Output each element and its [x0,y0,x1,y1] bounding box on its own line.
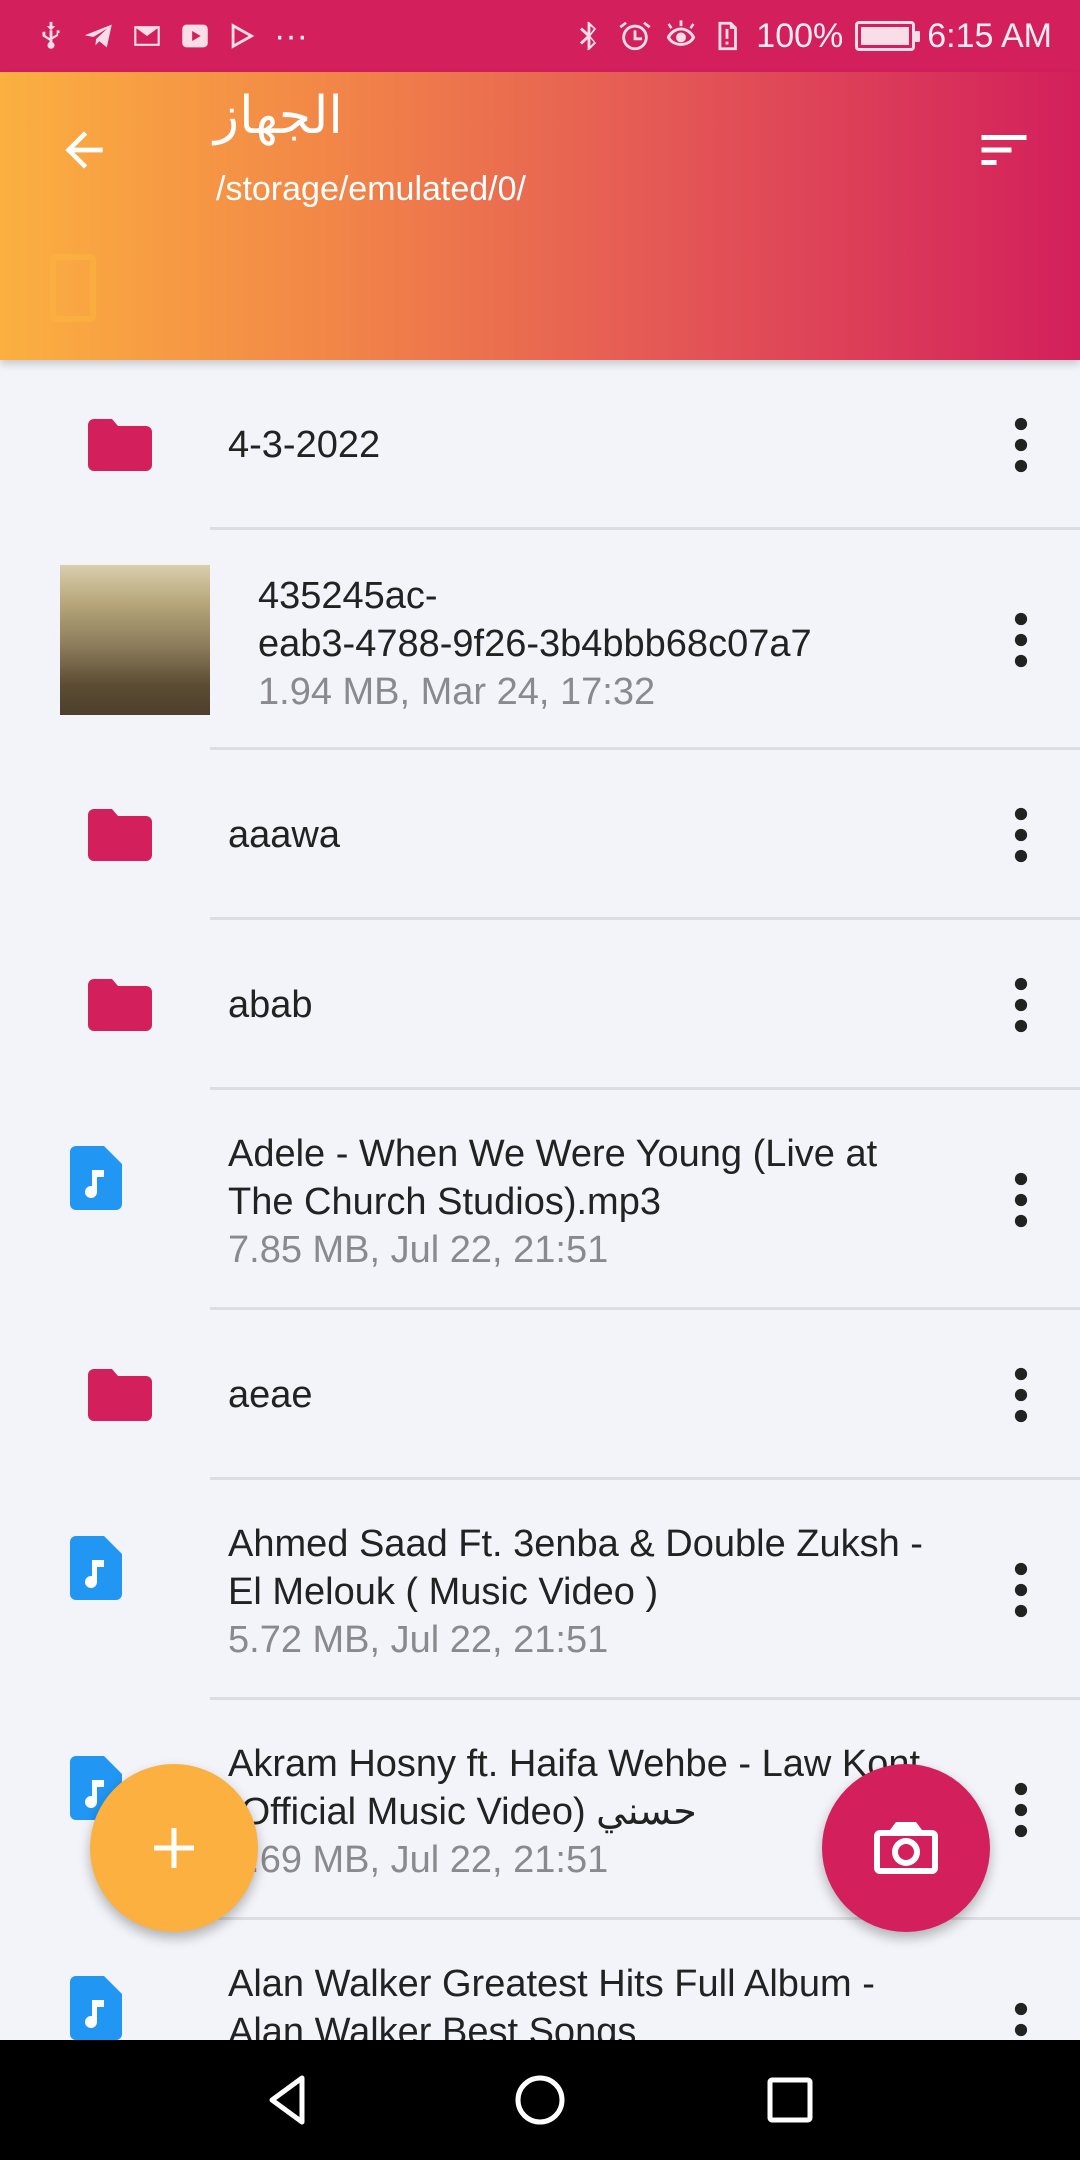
battery-percentage: 100% [756,16,844,55]
music-file-icon [70,1536,122,1600]
file-info: Ahmed Saad Ft. 3enba & Double Zuksh - El… [228,1520,930,1664]
file-name: Alan Walker Greatest Hits Full Album - A… [228,1963,875,2040]
more-vert-icon [1014,1367,1028,1423]
more-vert-icon [1014,417,1028,473]
more-notifications-icon: ··· [274,16,308,55]
more-vert-icon [1014,977,1028,1033]
list-item[interactable]: Alan Walker Greatest Hits Full Album - A… [0,1920,1080,2040]
image-thumbnail [60,565,210,715]
more-options-button[interactable] [996,1550,1046,1630]
more-options-button[interactable] [996,1990,1046,2040]
file-name: 435245ac- eab3-4788-9f26-3b4bbb68c07a7 [258,575,812,665]
more-options-button[interactable] [996,600,1046,680]
list-item[interactable]: aeae [0,1310,1080,1480]
file-meta: 7.85 MB, Jul 22, 21:51 [228,1229,609,1271]
file-info: 4-3-2022 [228,421,930,469]
file-meta: 1.94 MB, Mar 24, 17:32 [258,671,656,713]
more-vert-icon [1014,1782,1028,1838]
more-options-button[interactable] [996,1770,1046,1850]
file-info: Adele - When We Were Young (Live at The … [228,1130,930,1274]
bluetooth-icon [572,19,606,53]
folder-icon [88,419,152,471]
file-info: 435245ac- eab3-4788-9f26-3b4bbb68c07a7 1… [258,572,930,716]
battery-icon [855,21,921,51]
sort-button[interactable] [968,114,1040,186]
storage-alert-icon [710,19,744,53]
list-item[interactable]: aaawa [0,750,1080,920]
list-item[interactable]: 435245ac- eab3-4788-9f26-3b4bbb68c07a7 1… [0,530,1080,750]
nav-home-button[interactable] [500,2060,580,2140]
file-info: aeae [228,1371,930,1419]
arrow-left-icon [65,131,103,169]
circle-home-icon [515,2075,565,2125]
file-info: Alan Walker Greatest Hits Full Album - A… [228,1960,930,2040]
eye-comfort-icon [664,19,698,53]
clock: 6:15 AM [927,16,1052,55]
folder-icon [88,979,152,1031]
file-name: Adele - When We Were Young (Live at The … [228,1133,878,1223]
system-nav-bar [0,2040,1080,2160]
system-icons: 100% 6:15 AM [572,17,1052,56]
youtube-icon [178,19,212,53]
music-file-icon [70,1976,122,2040]
more-vert-icon [1014,807,1028,863]
page-title: الجهاز [214,86,343,146]
square-recents-icon [767,2077,813,2123]
nav-back-button[interactable] [250,2060,330,2140]
file-name: abab [228,984,313,1026]
file-name: Ahmed Saad Ft. 3enba & Double Zuksh - El… [228,1523,923,1613]
triangle-back-icon [269,2075,305,2125]
play-store-icon [226,19,260,53]
add-icon [154,1828,194,1868]
back-button[interactable] [48,114,120,186]
music-file-icon [70,1146,122,1210]
add-fab-button[interactable] [90,1764,258,1932]
list-item[interactable]: 4-3-2022 [0,360,1080,530]
phone-storage-icon[interactable] [48,252,98,324]
sort-icon [981,135,1027,165]
more-options-button[interactable] [996,1355,1046,1435]
notification-icons: ··· [34,17,308,56]
more-options-button[interactable] [996,795,1046,875]
more-options-button[interactable] [996,1160,1046,1240]
camera-fab-button[interactable] [822,1764,990,1932]
gmail-icon [130,19,164,53]
smartphone-icon [50,254,96,322]
file-info: abab [228,981,930,1029]
telegram-icon [82,19,116,53]
more-options-button[interactable] [996,405,1046,485]
app-header: الجهاز /storage/emulated/0/ [0,72,1080,360]
file-name: 4-3-2022 [228,424,381,466]
file-info: aaawa [228,811,930,859]
usb-icon [34,19,68,53]
file-name: Akram Hosny ft. Haifa Wehbe - Law Kont (… [228,1743,921,1833]
more-vert-icon [1014,1562,1028,1618]
list-item[interactable]: Adele - When We Were Young (Live at The … [0,1090,1080,1310]
folder-icon [88,1369,152,1421]
nav-recents-button[interactable] [750,2060,830,2140]
status-bar: ··· 100% 6:15 AM [0,0,1080,72]
more-options-button[interactable] [996,965,1046,1045]
alarm-icon [618,19,652,53]
file-meta: 5.72 MB, Jul 22, 21:51 [228,1619,609,1661]
list-item[interactable]: Ahmed Saad Ft. 3enba & Double Zuksh - El… [0,1480,1080,1700]
camera-icon [874,1822,938,1874]
file-name: aeae [228,1374,313,1416]
file-name: aaawa [228,814,340,856]
more-vert-icon [1014,612,1028,668]
more-vert-icon [1014,1172,1028,1228]
current-path[interactable]: /storage/emulated/0/ [216,170,526,209]
more-vert-icon [1014,2002,1028,2037]
list-item[interactable]: abab [0,920,1080,1090]
folder-icon [88,809,152,861]
